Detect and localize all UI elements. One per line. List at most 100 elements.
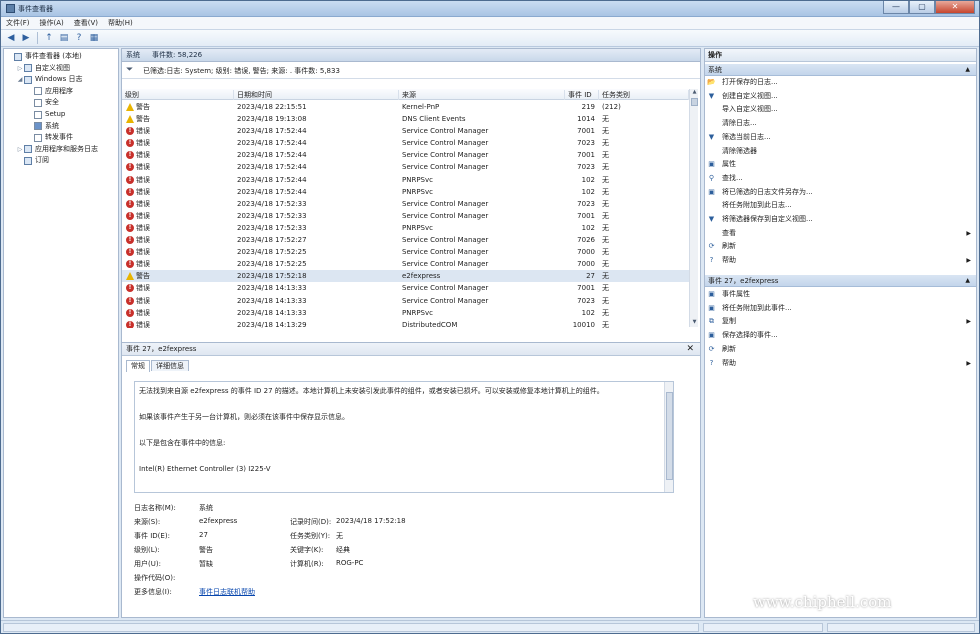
action-item[interactable]: ⚲ 查找...: [707, 173, 975, 184]
close-detail-icon[interactable]: ✕: [686, 343, 694, 356]
table-row[interactable]: ! 错误 2023/4/18 17:52:33 Service Control Man…: [122, 198, 689, 210]
action-item[interactable]: 将任务附加到此日志...: [707, 200, 975, 211]
table-row[interactable]: ! 错误 2023/4/18 17:52:44 PNRPSvc 102 无: [122, 174, 689, 186]
table-row[interactable]: 警告 2023/4/18 22:15:51 Kernel-PnP 219 (212): [122, 101, 689, 113]
action-item[interactable]: ▣ 保存选择的事件...: [707, 330, 975, 341]
actions-section-header[interactable]: 事件 27，e2fexpress ▲: [705, 275, 976, 287]
table-row[interactable]: ! 错误 2023/4/18 14:13:33 Service Control Man…: [122, 295, 689, 307]
table-row[interactable]: 警告 2023/4/18 19:13:08 DNS Client Events 101…: [122, 113, 689, 125]
action-item[interactable]: ⟳ 刷新: [707, 241, 975, 252]
table-row[interactable]: ! 错误 2023/4/18 17:52:44 PNRPSvc 102 无: [122, 186, 689, 198]
error-icon: !: [126, 199, 134, 208]
action-item[interactable]: ▣ 事件属性: [707, 289, 975, 300]
action-item[interactable]: ? 帮助 ▶: [707, 358, 975, 369]
subscription-icon: [24, 156, 32, 165]
minimize-button[interactable]: —: [883, 1, 909, 14]
tree-item[interactable]: 订阅: [16, 155, 49, 166]
tree-item[interactable]: 安全: [26, 97, 59, 108]
menu-file[interactable]: 文件(F): [1, 18, 35, 28]
action-item[interactable]: 导入自定义视图...: [707, 104, 975, 115]
show-action-pane-icon[interactable]: ▦: [88, 32, 100, 44]
table-row[interactable]: ! 错误 2023/4/18 17:52:44 Service Control Man…: [122, 161, 689, 173]
action-item[interactable]: ⟳ 刷新: [707, 344, 975, 355]
message-scrollbar[interactable]: [664, 382, 673, 492]
action-item[interactable]: ⧉ 复制 ▶: [707, 316, 975, 327]
table-row[interactable]: ! 错误 2023/4/18 17:52:44 Service Control Man…: [122, 137, 689, 149]
maximize-button[interactable]: ▢: [909, 1, 935, 14]
action-item[interactable]: 查看 ▶: [707, 228, 975, 239]
table-row[interactable]: ! 错误 2023/4/18 17:52:25 Service Control Man…: [122, 246, 689, 258]
actions-section-header[interactable]: 系统 ▲: [705, 64, 976, 76]
tab-general[interactable]: 常规: [126, 360, 150, 372]
action-item[interactable]: ▼ 将筛选器保存到自定义视图...: [707, 214, 975, 225]
table-row[interactable]: ! 错误 2023/4/18 17:52:44 Service Control Man…: [122, 125, 689, 137]
col-task-category[interactable]: 任务类别: [599, 90, 689, 100]
action-item[interactable]: ▣ 将已筛选的日志文件另存为...: [707, 187, 975, 198]
message-scroll-thumb[interactable]: [666, 392, 673, 480]
action-item[interactable]: ▣ 属性: [707, 159, 975, 170]
table-row[interactable]: ! 错误 2023/4/18 17:52:44 Service Control Man…: [122, 149, 689, 161]
scroll-up-icon[interactable]: ▲: [690, 89, 699, 97]
tree-item[interactable]: Setup: [26, 109, 65, 120]
filter-icon: ⏷: [126, 65, 134, 75]
table-row[interactable]: ! 错误 2023/4/18 17:52:33 Service Control Man…: [122, 210, 689, 222]
menu-bar: 文件(F) 操作(A) 查看(V) 帮助(H): [1, 17, 979, 30]
cell-time: 2023/4/18 14:13:33: [237, 308, 307, 317]
tree-item[interactable]: 应用程序: [26, 86, 73, 97]
action-item[interactable]: 清除筛选器: [707, 146, 975, 157]
status-segment: [827, 623, 975, 632]
tree-item[interactable]: ▷ 应用程序和服务日志: [16, 144, 98, 155]
show-tree-icon[interactable]: ▤: [58, 32, 70, 44]
cell-level: 警告: [136, 272, 150, 281]
tab-details[interactable]: 详细信息: [151, 360, 189, 371]
forward-icon[interactable]: ▶: [20, 32, 32, 44]
menu-help[interactable]: 帮助(H): [103, 18, 138, 28]
expand-arrow-icon[interactable]: ▷: [16, 63, 24, 74]
tree-item[interactable]: ◢ Windows 日志: [16, 74, 82, 85]
help-icon[interactable]: ?: [73, 32, 85, 44]
expand-arrow-icon[interactable]: ▷: [16, 144, 24, 155]
table-row[interactable]: ! 错误 2023/4/18 17:52:33 PNRPSvc 102 无: [122, 222, 689, 234]
table-row[interactable]: ! 错误 2023/4/18 14:13:33 PNRPSvc 102 无: [122, 307, 689, 319]
scroll-down-icon[interactable]: ▼: [690, 319, 699, 327]
table-row[interactable]: ! 错误 2023/4/18 17:52:25 Service Control Man…: [122, 258, 689, 270]
grid-scrollbar[interactable]: ▲ ▼: [689, 89, 698, 327]
table-row[interactable]: ! 错误 2023/4/18 14:13:29 DistributedCOM 10010…: [122, 319, 689, 328]
table-row[interactable]: 警告 2023/4/18 17:52:18 e2fexpress 27 无: [122, 270, 689, 283]
cell-source: Service Control Manager: [402, 236, 489, 245]
online-help-link[interactable]: 事件日志联机帮助: [199, 588, 255, 596]
cell-time: 2023/4/18 22:15:51: [237, 103, 307, 111]
tree-item[interactable]: 系统: [26, 121, 59, 132]
cell-id: 102: [581, 223, 595, 232]
col-datetime[interactable]: 日期和时间: [234, 90, 399, 100]
action-item[interactable]: 清除日志...: [707, 118, 975, 129]
collapse-icon[interactable]: ▲: [965, 64, 970, 76]
cell-id: 7026: [577, 236, 595, 245]
collapse-icon[interactable]: ▲: [965, 275, 970, 287]
expand-arrow-icon[interactable]: ◢: [16, 74, 24, 85]
event-message[interactable]: 无法找到来自源 e2fexpress 的事件 ID 27 的描述。本地计算机上未…: [134, 381, 674, 493]
table-row[interactable]: ! 错误 2023/4/18 17:52:27 Service Control Man…: [122, 234, 689, 246]
col-level[interactable]: 级别: [122, 90, 234, 100]
action-item[interactable]: ▼ 创建自定义视图...: [707, 91, 975, 102]
cell-id: 7000: [577, 260, 595, 269]
action-item[interactable]: ▼ 筛选当前日志...: [707, 132, 975, 143]
cell-id: 7001: [577, 211, 595, 220]
tree-item[interactable]: ▷ 自定义视图: [16, 63, 70, 74]
action-item[interactable]: ? 帮助 ▶: [707, 255, 975, 266]
col-source[interactable]: 来源: [399, 90, 565, 100]
menu-action[interactable]: 操作(A): [35, 18, 69, 28]
cell-source: Service Control Manager: [402, 248, 489, 257]
menu-view[interactable]: 查看(V): [69, 18, 103, 28]
action-item[interactable]: ▣ 将任务附加到此事件...: [707, 303, 975, 314]
scroll-thumb[interactable]: [691, 98, 698, 106]
back-icon[interactable]: ◀: [5, 32, 17, 44]
tree-item[interactable]: 事件查看器 (本地): [6, 51, 82, 62]
up-folder-icon[interactable]: ↑: [43, 32, 55, 44]
tree-item[interactable]: 转发事件: [26, 132, 73, 143]
action-item[interactable]: 📂 打开保存的日志...: [707, 77, 975, 88]
table-row[interactable]: ! 错误 2023/4/18 14:13:33 Service Control Man…: [122, 282, 689, 294]
create-view-icon: ▼: [708, 91, 715, 100]
close-button[interactable]: ✕: [935, 1, 975, 14]
col-event-id[interactable]: 事件 ID: [565, 90, 599, 100]
